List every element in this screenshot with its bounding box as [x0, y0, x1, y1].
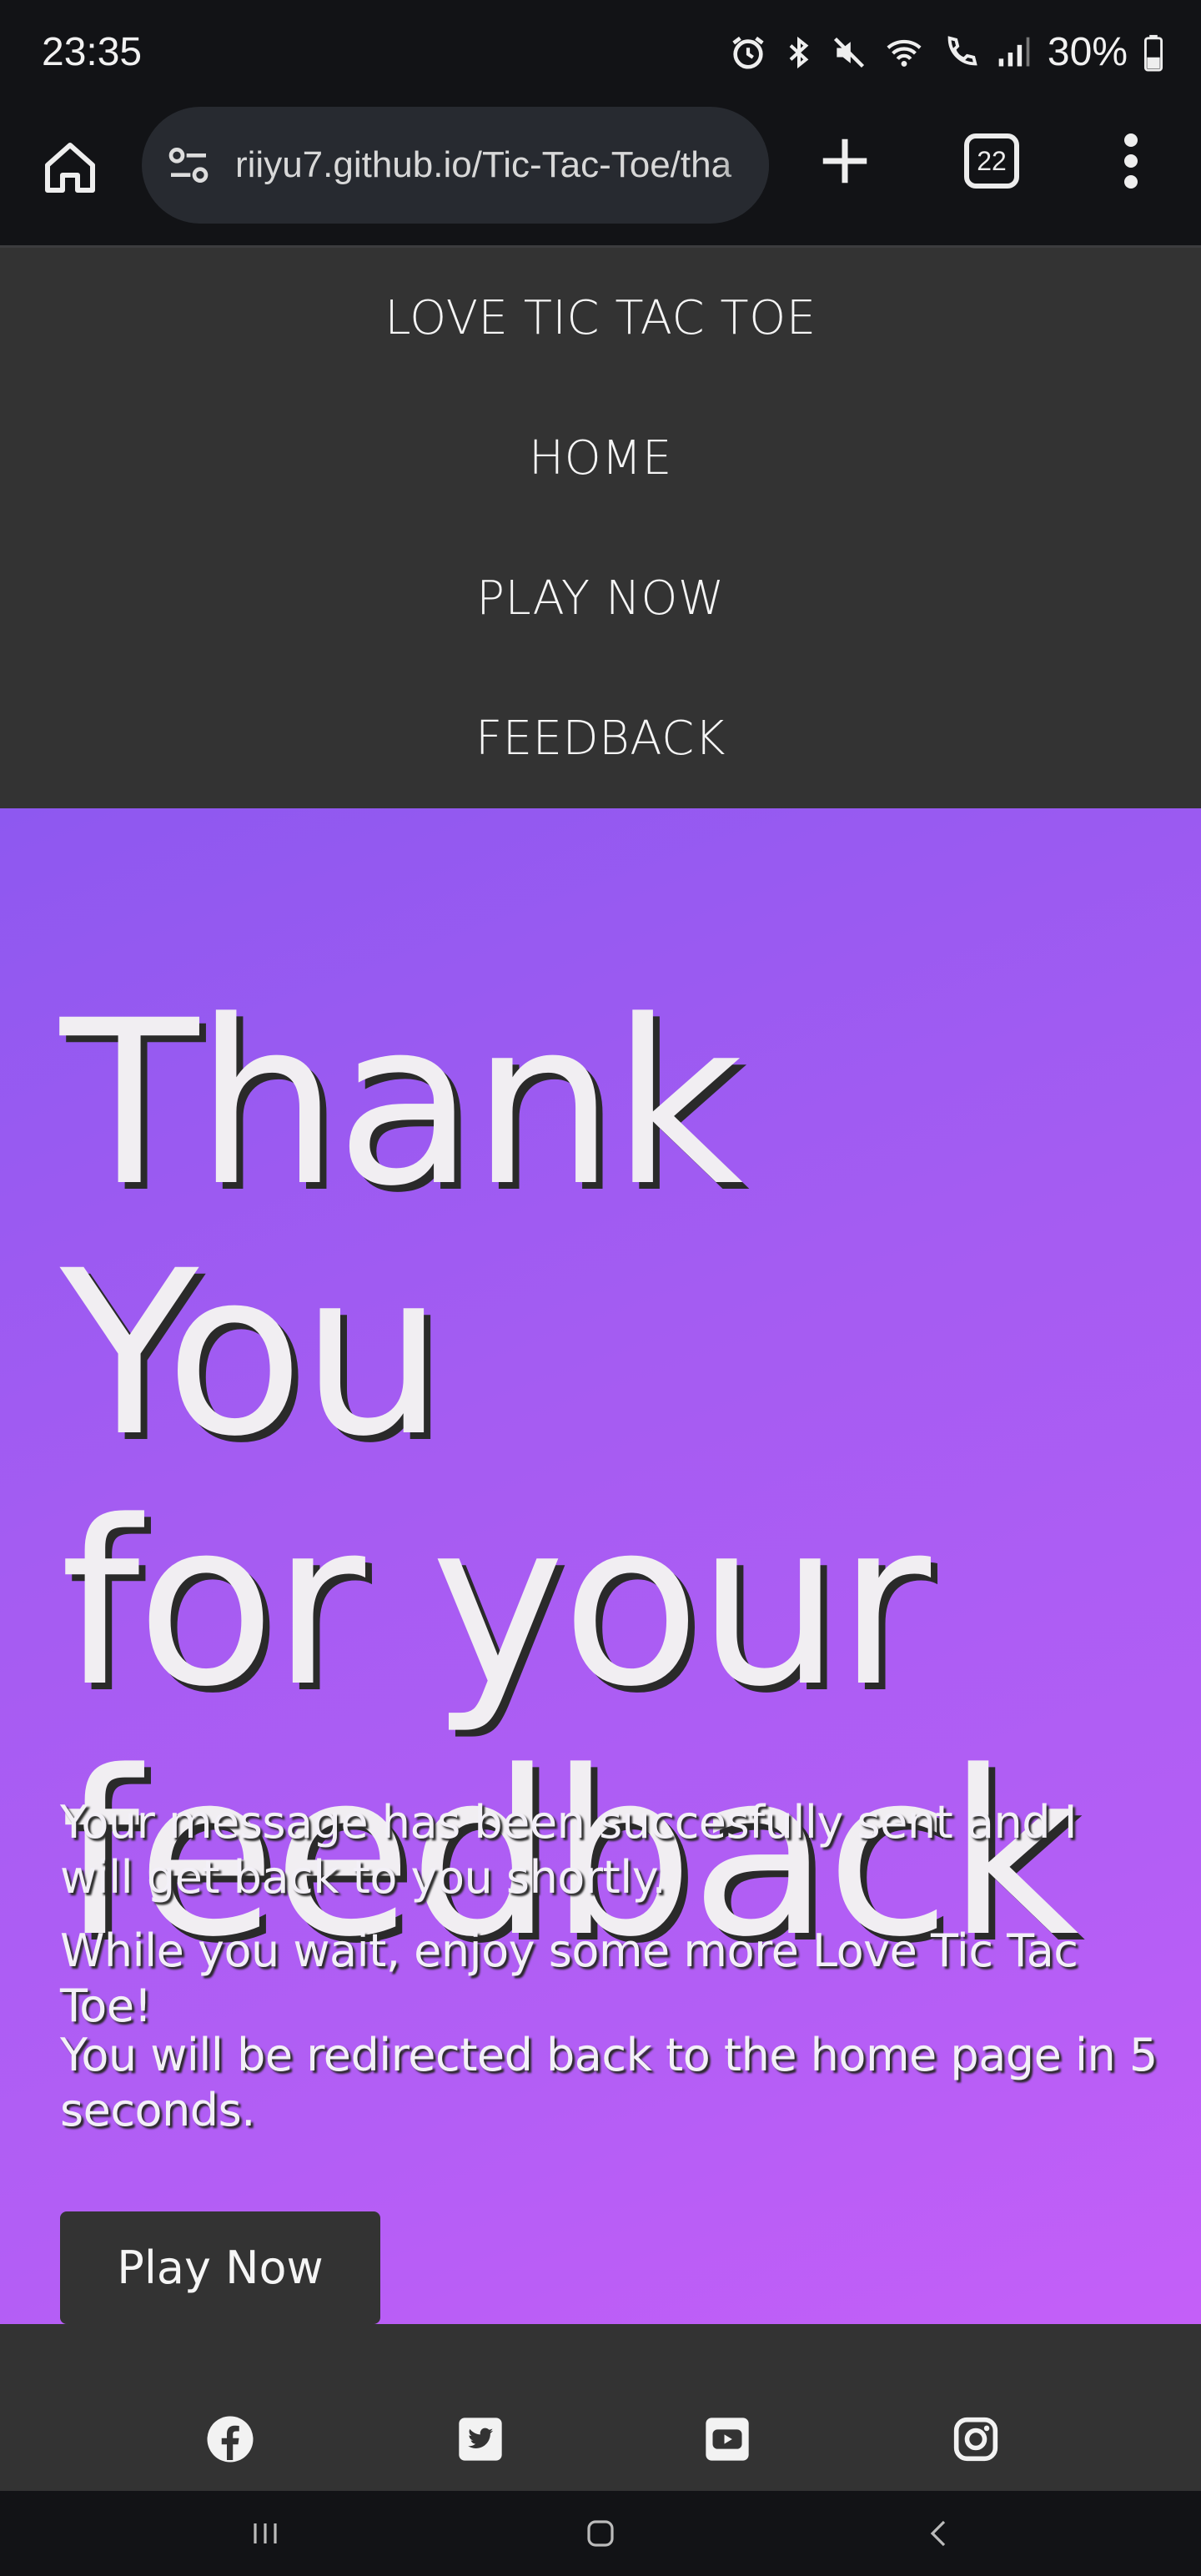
status-bar: 23:35 30%: [0, 0, 1201, 104]
title-line-2: for your: [60, 1473, 931, 1737]
play-now-button[interactable]: Play Now: [60, 2211, 380, 2324]
site-logo[interactable]: LOVE TIC TAC TOE: [384, 248, 816, 388]
nav-item-play-now[interactable]: PLAY NOW: [476, 528, 725, 668]
youtube-icon[interactable]: [702, 2414, 752, 2464]
enjoy-message: While you wait, enjoy some more Love Tic…: [60, 1924, 1078, 2032]
address-bar[interactable]: riiyu7.github.io/Tic-Tac-Toe/tha: [142, 107, 769, 224]
wifi-calling-icon: [947, 35, 977, 65]
redirect-message: You will be redirected back to the home …: [60, 2029, 1158, 2136]
alarm-icon: [732, 36, 764, 69]
site-nav: LOVE TIC TAC TOE HOME PLAY NOW FEEDBACK: [0, 248, 1201, 808]
title-line-1: Thank You: [60, 973, 743, 1487]
browser-toolbar: riiyu7.github.io/Tic-Tac-Toe/tha 22: [0, 104, 1201, 248]
status-icons: 30%: [729, 29, 1164, 75]
facebook-icon[interactable]: [205, 2414, 255, 2464]
wifi-icon: [887, 39, 922, 67]
android-nav-bar: [0, 2491, 1201, 2576]
twitter-icon[interactable]: [455, 2414, 505, 2464]
site-footer: [0, 2324, 1201, 2491]
nav-item-feedback[interactable]: FEEDBACK: [475, 668, 726, 808]
more-menu-icon[interactable]: [1114, 132, 1148, 190]
thank-you-hero: Thank You for your feedback Your message…: [0, 808, 1201, 2324]
battery-icon: [1143, 34, 1163, 72]
url-text: riiyu7.github.io/Tic-Tac-Toe/tha: [235, 144, 732, 185]
back-icon[interactable]: [914, 2513, 964, 2554]
confirmation-message: Your message has been succesfully sent a…: [60, 1796, 1078, 1904]
home-icon[interactable]: [40, 138, 100, 198]
battery-percentage: 30%: [1047, 30, 1128, 74]
site-settings-icon[interactable]: [165, 142, 212, 189]
mute-icon: [833, 37, 864, 68]
tab-switcher-button[interactable]: 22: [964, 133, 1019, 189]
recent-apps-icon[interactable]: [240, 2513, 290, 2554]
instagram-icon[interactable]: [951, 2414, 1001, 2464]
url-fade: [719, 107, 769, 224]
status-time: 23:35: [42, 30, 143, 74]
signal-icon: [998, 37, 1030, 66]
nav-item-home[interactable]: HOME: [529, 388, 672, 528]
bluetooth-icon: [789, 36, 809, 68]
new-tab-icon[interactable]: [816, 132, 874, 190]
home-button-icon[interactable]: [575, 2513, 626, 2554]
